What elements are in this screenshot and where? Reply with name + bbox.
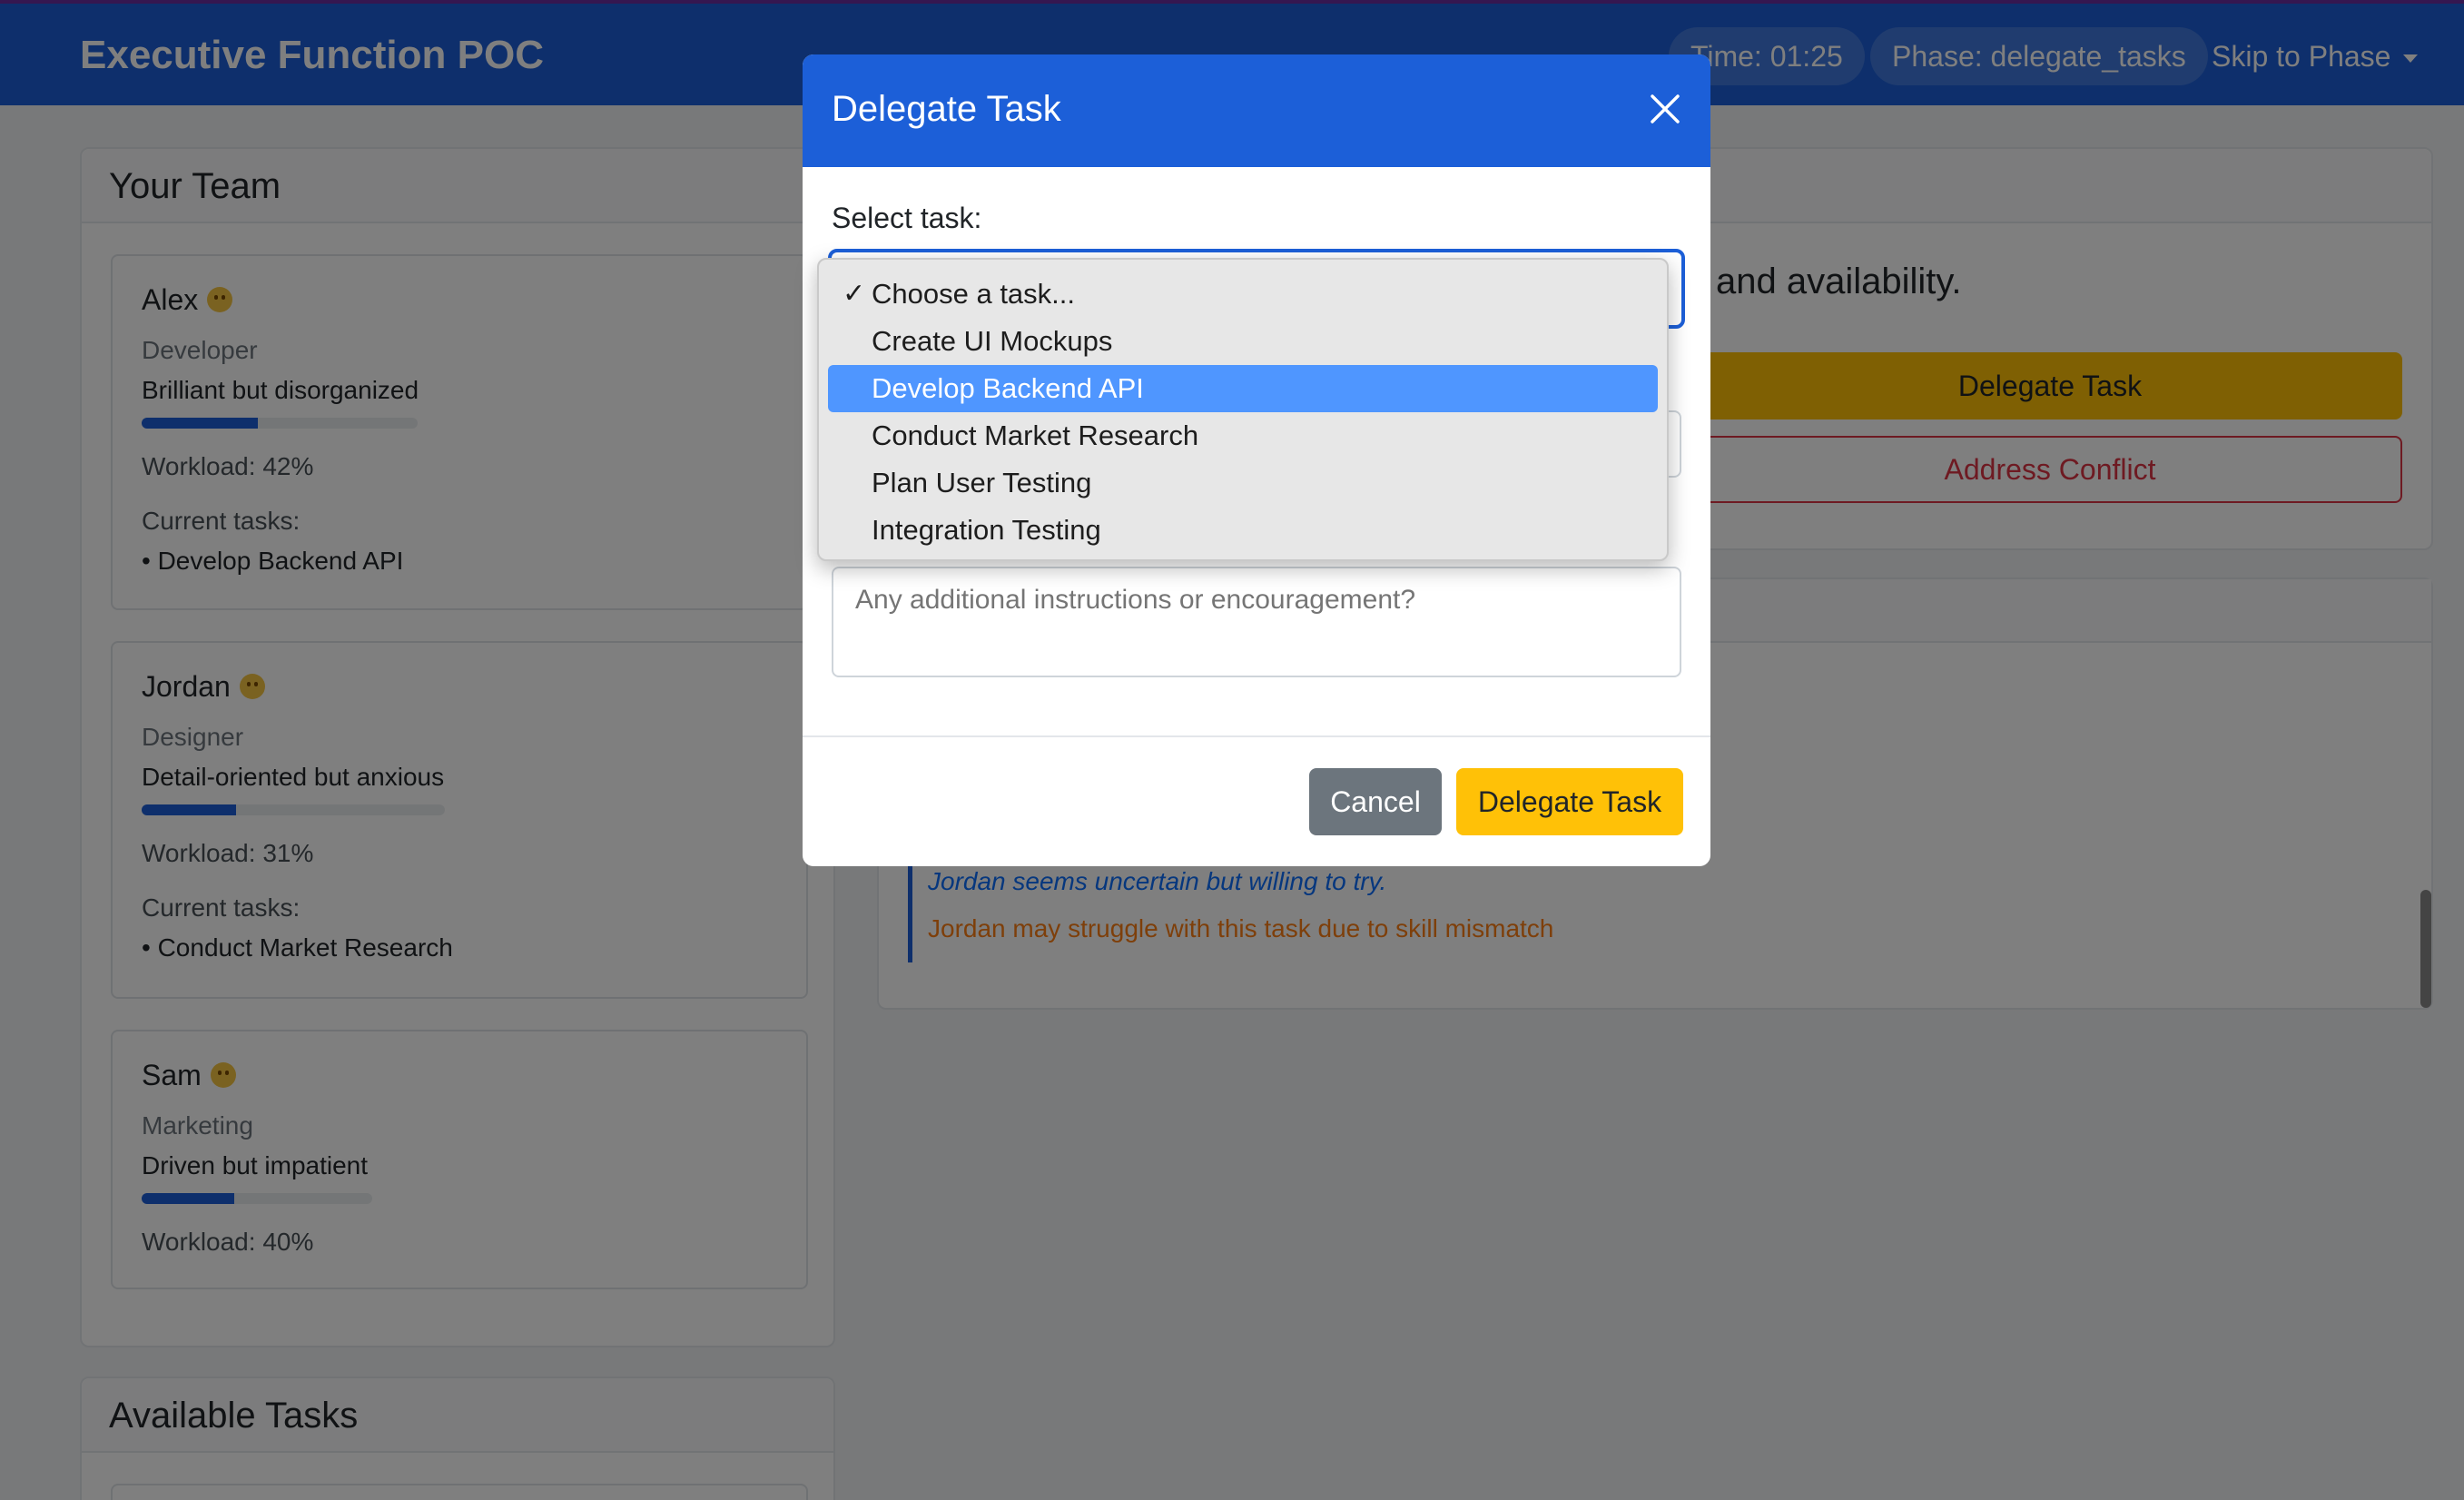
modal-title: Delegate Task: [832, 89, 1061, 129]
task-option[interactable]: Conduct Market Research: [828, 412, 1658, 459]
task-option-label: Plan User Testing: [872, 467, 1092, 498]
cancel-button[interactable]: Cancel: [1309, 768, 1442, 835]
task-option[interactable]: Create UI Mockups: [828, 318, 1658, 365]
task-option-label: Develop Backend API: [872, 372, 1144, 404]
task-option[interactable]: ✓ Choose a task...: [828, 271, 1658, 318]
task-option[interactable]: Integration Testing: [828, 507, 1658, 554]
task-select-dropdown: ✓ Choose a task... Create UI Mockups Dev…: [817, 258, 1669, 561]
modal-footer-divider: [803, 735, 1710, 737]
checkmark-icon: ✓: [843, 279, 866, 309]
task-option-highlighted[interactable]: Develop Backend API: [828, 365, 1658, 412]
task-option-label: Choose a task...: [872, 278, 1076, 310]
task-option-label: Integration Testing: [872, 514, 1101, 546]
modal-header: Delegate Task: [803, 54, 1710, 167]
task-option-label: Conduct Market Research: [872, 419, 1199, 451]
modal-delegate-button[interactable]: Delegate Task: [1456, 768, 1683, 835]
task-option[interactable]: Plan User Testing: [828, 459, 1658, 507]
select-task-label: Select task:: [832, 202, 982, 234]
message-textarea[interactable]: [832, 567, 1681, 677]
task-option-label: Create UI Mockups: [872, 325, 1113, 357]
close-icon[interactable]: [1645, 89, 1685, 129]
